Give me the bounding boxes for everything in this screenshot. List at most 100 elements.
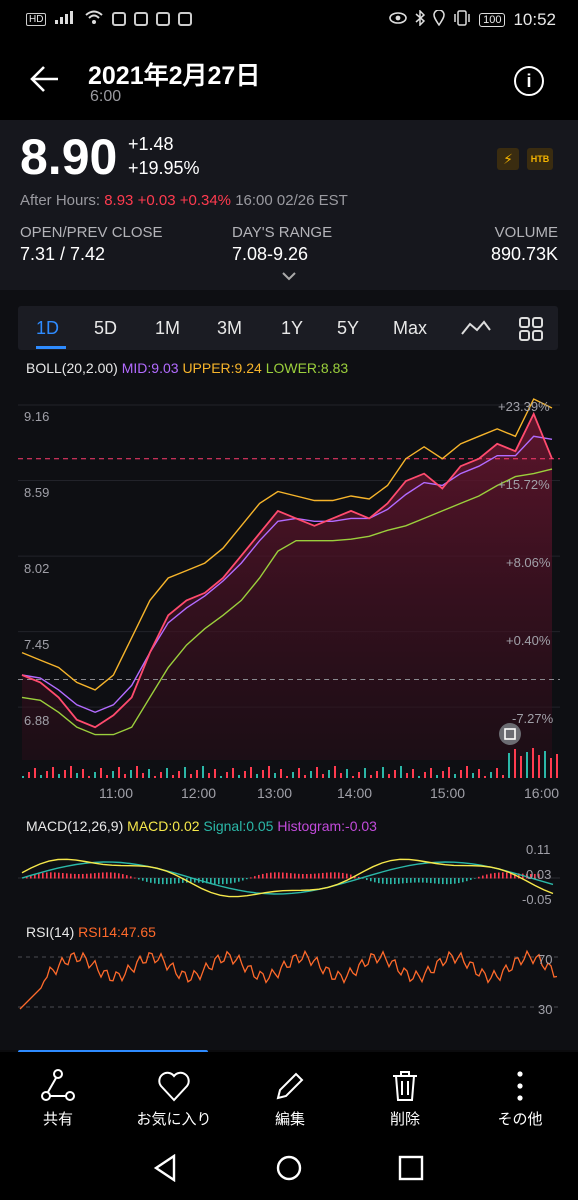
volume-bar — [46, 771, 48, 778]
tab-5y[interactable]: 5Y — [337, 318, 359, 339]
rsi-label: RSI(14) — [26, 924, 75, 940]
macd-signal: Signal:0.05 — [203, 818, 274, 834]
chart-type-icon[interactable] — [460, 318, 492, 343]
rsi-axis-label: 30 — [538, 1002, 553, 1017]
macd-histogram-bar — [54, 872, 56, 879]
macd-histogram-bar — [82, 873, 84, 879]
rsi-chart[interactable] — [18, 945, 560, 1020]
app-notification-icon — [134, 12, 149, 26]
macd-axis-label: -0.05 — [522, 892, 552, 907]
macd-histogram-bar — [114, 872, 116, 879]
lightning-icon[interactable]: ⚡ — [497, 148, 519, 170]
macd-histogram-bar — [446, 878, 448, 885]
macd-histogram-bar — [370, 878, 372, 882]
volume-bar — [358, 772, 360, 778]
macd-histogram-bar — [334, 872, 336, 879]
macd-histogram-bar — [78, 873, 80, 879]
pct-tick-label: +15.72% — [498, 477, 550, 492]
macd-value: MACD:0.02 — [127, 818, 200, 834]
volume-bar — [538, 755, 540, 778]
volume-bar — [142, 773, 144, 778]
nav-back-icon[interactable] — [152, 1153, 178, 1187]
macd-histogram-bar — [410, 878, 412, 883]
macd-histogram-bar — [286, 872, 288, 879]
volume-bar — [154, 776, 156, 778]
macd-histogram-bar — [506, 872, 508, 879]
macd-histogram-bar — [338, 872, 340, 879]
volume-bar — [76, 773, 78, 778]
y-tick-label: 9.16 — [24, 409, 50, 424]
nav-home-icon[interactable] — [275, 1154, 303, 1187]
volume-bar — [112, 771, 114, 778]
macd-chart[interactable] — [18, 838, 560, 908]
macd-histogram-bar — [174, 878, 176, 884]
info-icon[interactable]: i — [514, 66, 544, 96]
volume-bar — [406, 773, 408, 778]
volume-bar — [478, 769, 480, 778]
hd-icon: HD — [26, 12, 47, 26]
volume-bar — [346, 769, 348, 778]
tab-max[interactable]: Max — [393, 318, 427, 339]
edit-button[interactable]: 編集 — [240, 1068, 340, 1129]
macd-histogram-bar — [390, 878, 392, 885]
volume-bar — [94, 772, 96, 778]
volume-bar — [532, 748, 534, 778]
htb-badge[interactable]: HTB — [527, 148, 553, 170]
after-hours-price: 8.93 — [104, 192, 134, 209]
volume-bar — [400, 766, 402, 778]
tab-3m[interactable]: 3M — [217, 318, 242, 339]
macd-histogram-bar — [102, 872, 104, 879]
volume-bar — [352, 776, 354, 778]
volume-bar — [280, 769, 282, 778]
header: 2021年2月27日 6:00 i — [0, 42, 578, 120]
volume-bar — [556, 754, 558, 778]
tab-1y[interactable]: 1Y — [281, 318, 303, 339]
macd-histogram-bar — [374, 878, 376, 883]
macd-histogram-bar — [118, 873, 120, 879]
rsi-value: RSI14:47.65 — [78, 924, 156, 940]
volume-bar — [208, 773, 210, 778]
status-bar: HD 100 10:52 — [0, 0, 578, 42]
macd-histogram-bar — [386, 878, 388, 885]
more-button[interactable]: その他 — [470, 1068, 570, 1129]
volume-bar — [514, 749, 516, 778]
x-tick-label: 13:00 — [257, 785, 293, 801]
rsi-legend: RSI(14) RSI14:47.65 — [26, 924, 156, 940]
macd-histogram-bar — [318, 873, 320, 879]
boll-legend: BOLL(20,2.00) MID:9.03 UPPER:9.24 LOWER:… — [26, 360, 348, 376]
tab-1d[interactable]: 1D — [36, 318, 59, 339]
tab-1m[interactable]: 1M — [155, 318, 180, 339]
macd-histogram-bar — [134, 877, 136, 879]
active-tab-underline — [36, 346, 66, 349]
macd-histogram-bar — [478, 876, 480, 879]
macd-histogram-bar — [266, 873, 268, 879]
volume-bar — [454, 774, 456, 778]
share-button[interactable]: 共有 — [8, 1068, 108, 1129]
macd-label: MACD(12,26,9) — [26, 818, 124, 834]
macd-histogram-bar — [58, 872, 60, 879]
tab-5d[interactable]: 5D — [94, 318, 117, 339]
nav-recents-icon[interactable] — [398, 1155, 424, 1186]
volume-bar — [124, 774, 126, 778]
volume-bar — [502, 775, 504, 778]
back-arrow-icon[interactable] — [28, 64, 62, 102]
volume-bar — [130, 770, 132, 778]
delete-button[interactable]: 削除 — [355, 1068, 455, 1129]
grid-layout-icon[interactable] — [518, 316, 544, 347]
macd-histogram-bar — [86, 873, 88, 879]
volume-bar — [466, 766, 468, 778]
fullscreen-icon[interactable] — [499, 723, 521, 745]
favorite-button[interactable]: お気に入り — [124, 1068, 224, 1129]
macd-histogram-bar — [326, 872, 328, 879]
macd-histogram-bar — [438, 878, 440, 884]
volume-bar — [88, 776, 90, 778]
rsi-axis-label: 70 — [538, 952, 553, 967]
macd-histogram-bar — [106, 872, 108, 879]
price-chart[interactable] — [18, 385, 560, 780]
macd-histogram-bar — [314, 873, 316, 879]
after-hours-time: 16:00 02/26 EST — [235, 192, 348, 209]
clock: 10:52 — [513, 10, 556, 29]
expand-chevron-icon[interactable] — [281, 268, 297, 284]
volume-bar — [184, 767, 186, 778]
y-tick-label: 6.88 — [24, 713, 50, 728]
